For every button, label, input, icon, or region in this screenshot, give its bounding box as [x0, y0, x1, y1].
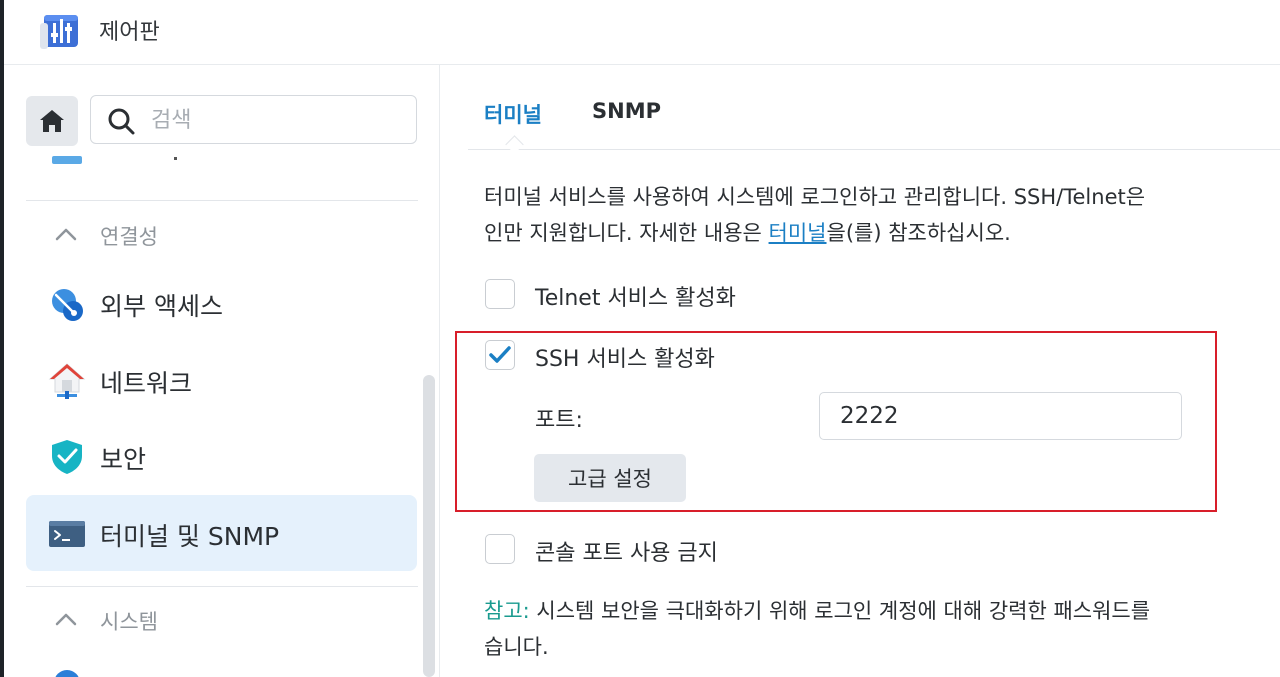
advanced-settings-button[interactable]: 고급 설정: [534, 454, 686, 502]
note-line-2: 습니다.: [484, 635, 549, 659]
active-tab-indicator: [505, 135, 524, 154]
console-port-checkbox-label[interactable]: 콘솔 포트 사용 금지: [535, 535, 718, 567]
partially-hidden-item-icon: [52, 156, 82, 164]
tab-snmp[interactable]: SNMP: [592, 99, 661, 123]
sidebar-scrollbar[interactable]: [423, 375, 435, 677]
control-panel-app-icon: [40, 15, 78, 49]
network-icon: [48, 363, 86, 399]
console-port-checkbox[interactable]: [485, 534, 515, 564]
tab-terminal[interactable]: 터미널: [484, 99, 542, 129]
group-header-label: 시스템: [100, 610, 158, 634]
home-icon: [40, 110, 64, 132]
ssh-checkbox-label[interactable]: SSH 서비스 활성화: [535, 341, 715, 373]
sidebar-item-external-access[interactable]: 외부 액세스: [26, 265, 417, 341]
sidebar-item-label: 외부 액세스: [100, 292, 223, 321]
search-input[interactable]: [149, 104, 403, 136]
home-button[interactable]: [26, 96, 78, 146]
external-access-icon: [52, 289, 83, 321]
partially-hidden-item-text: [174, 157, 177, 160]
tab-bar: 터미널 SNMP: [468, 65, 1280, 154]
sidebar-item-security[interactable]: 보안: [26, 418, 417, 494]
checkmark-icon: [489, 346, 511, 363]
sidebar-divider: [26, 586, 418, 587]
chevron-up-icon: [55, 613, 77, 626]
app-title: 제어판: [99, 20, 160, 45]
sidebar-item-terminal-snmp[interactable]: 터미널 및 SNMP: [26, 495, 417, 571]
terminal-help-link[interactable]: 터미널: [769, 221, 827, 245]
chevron-up-icon: [55, 228, 77, 241]
main-panel: 터미널 SNMP 터미널 서비스를 사용하여 시스템에 로그인하고 관리합니다.…: [440, 65, 1280, 677]
control-panel-window: 제어판 연결성: [0, 0, 1280, 677]
sidebar-divider: [26, 200, 418, 201]
description-text: 을(를) 참조하십시오.: [826, 221, 1011, 245]
search-icon: [108, 108, 135, 135]
partially-hidden-system-icon: [55, 670, 79, 677]
description-text: 인만 지원합니다. 자세한 내용은: [484, 221, 769, 245]
port-label: 포트:: [535, 408, 583, 433]
sidebar-item-label: 네트워크: [100, 369, 193, 398]
security-shield-icon: [52, 440, 82, 474]
terminal-icon: [49, 521, 85, 547]
title-bar: 제어판: [4, 0, 1280, 65]
ssh-checkbox[interactable]: [485, 340, 515, 370]
port-input[interactable]: [819, 392, 1182, 440]
note-prefix: 참고:: [484, 599, 530, 623]
telnet-checkbox[interactable]: [485, 279, 515, 309]
security-note: 참고: 시스템 보안을 극대화하기 위해 로그인 계정에 대해 강력한 패스워드…: [484, 593, 1280, 665]
note-text: 시스템 보안을 극대화하기 위해 로그인 계정에 대해 강력한 패스워드를: [529, 599, 1151, 623]
note-line-1: 참고: 시스템 보안을 극대화하기 위해 로그인 계정에 대해 강력한 패스워드…: [484, 593, 1280, 629]
sidebar-item-label: 보안: [100, 445, 147, 474]
description-line-2: 인만 지원합니다. 자세한 내용은 터미널을(를) 참조하십시오.: [484, 215, 1280, 251]
description-line-1: 터미널 서비스를 사용하여 시스템에 로그인하고 관리합니다. SSH/Teln…: [484, 185, 1146, 209]
terminal-description: 터미널 서비스를 사용하여 시스템에 로그인하고 관리합니다. SSH/Teln…: [484, 179, 1280, 251]
sidebar-item-label: 터미널 및 SNMP: [100, 522, 280, 551]
sidebar: 연결성 외부 액세스 네트워크: [4, 65, 440, 677]
group-header-label: 연결성: [100, 225, 158, 249]
telnet-checkbox-label[interactable]: Telnet 서비스 활성화: [535, 280, 736, 312]
search-box[interactable]: [90, 95, 417, 144]
sidebar-item-network[interactable]: 네트워크: [26, 342, 417, 418]
